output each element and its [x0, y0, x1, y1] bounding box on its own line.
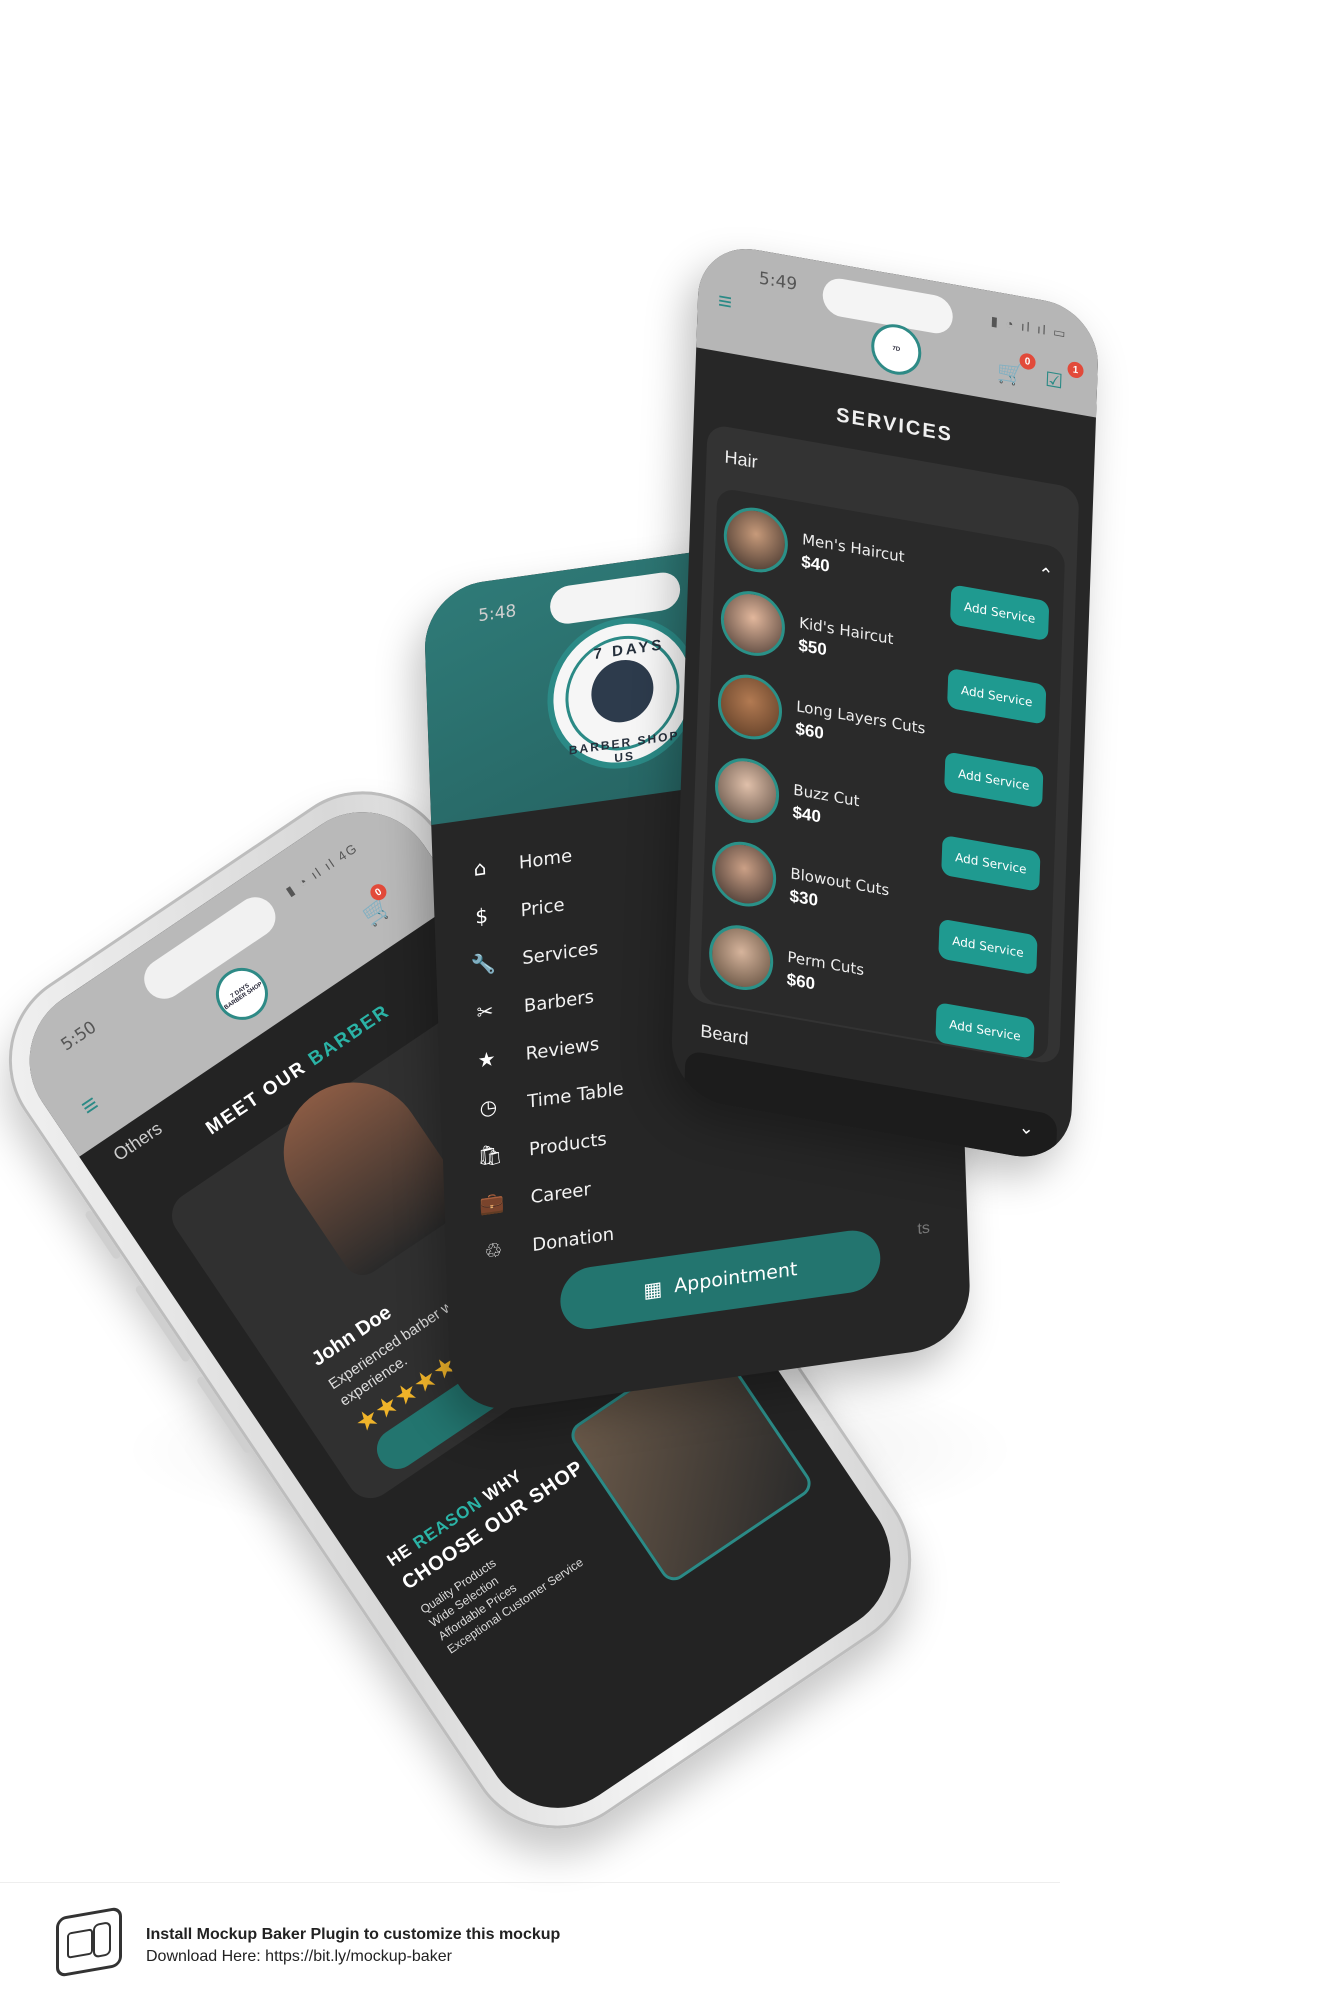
- service-photo: [719, 586, 787, 661]
- service-photo: [711, 836, 778, 912]
- logo-window-shape: [67, 1928, 93, 1959]
- appointment-label: Appointment: [673, 1258, 798, 1298]
- service-price: $50: [798, 635, 828, 660]
- shop-logo[interactable]: 7 DAYS BARBER SHOP: [205, 957, 279, 1030]
- menu-label: Home: [518, 844, 573, 874]
- add-service-button[interactable]: Add Service: [935, 1001, 1035, 1059]
- service-photo: [716, 669, 784, 745]
- drawer-menu: ⌂ Home $ Price 🔧 Services ✂ Barbers ★ Reviews…: [466, 825, 629, 1276]
- status-icons: ▮ ◔ ıl ıl 4G: [282, 839, 361, 900]
- dynamic-island: [549, 570, 681, 627]
- scissors-icon: ✂: [476, 998, 494, 1025]
- star-icon: ★: [477, 1046, 497, 1073]
- phone-services-mockup: 5:49 ▮ ◔ ıl ıl ▭ ≡ 7D 🛒 0 ☑ 1 SERVICES H…: [669, 240, 1100, 1166]
- footer-line-2[interactable]: Download Here: https://bit.ly/mockup-bak…: [146, 1946, 560, 1968]
- reason-pre: HE: [383, 1540, 416, 1571]
- footer-line-1: Install Mockup Baker Plugin to customize…: [146, 1926, 561, 1943]
- footer-text: Install Mockup Baker Plugin to customize…: [146, 1924, 560, 1968]
- category-hair[interactable]: Hair: [724, 446, 758, 473]
- hamburger-menu-icon[interactable]: ≡: [717, 287, 733, 317]
- service-price: $60: [786, 969, 816, 994]
- home-icon: ⌂: [473, 855, 487, 882]
- status-time: 5:48: [477, 600, 517, 627]
- menu-label: Barbers: [523, 985, 595, 1017]
- service-price: $40: [792, 802, 822, 827]
- menu-label: Services: [521, 937, 599, 969]
- status-time: 5:50: [57, 1017, 101, 1056]
- logo-phone-shape: [93, 1921, 111, 1959]
- calendar-check-icon[interactable]: ☑: [1045, 367, 1064, 395]
- bag-icon: 🛍: [476, 1141, 504, 1169]
- menu-label: Donation: [531, 1223, 615, 1256]
- menu-label: Time Table: [526, 1077, 624, 1113]
- mute-switch: [83, 1209, 122, 1261]
- service-photo: [722, 502, 789, 578]
- wrench-icon: 🔧: [470, 950, 497, 978]
- calendar-badge: 1: [1067, 360, 1084, 380]
- menu-label: Price: [520, 893, 565, 921]
- logo-text: 7 DAYS BARBER SHOP: [223, 981, 264, 1012]
- chevron-down-icon[interactable]: ⌄: [1018, 1117, 1034, 1141]
- clock-icon: ◷: [479, 1094, 498, 1121]
- service-price: $30: [789, 886, 819, 911]
- briefcase-icon: 💼: [478, 1189, 505, 1217]
- menu-label: Products: [528, 1128, 608, 1160]
- hamburger-menu-icon[interactable]: ≡: [75, 1088, 105, 1122]
- mockup-baker-logo-icon: [56, 1906, 122, 1978]
- status-time: 5:49: [758, 268, 798, 296]
- services-panel: Hair ⌃ Men's Haircut $40 Add Service Kid…: [687, 423, 1080, 1066]
- service-photo: [708, 920, 775, 996]
- shop-logo-large: 7 DAYS BARBER SHOP US: [544, 607, 701, 779]
- donation-hand-icon: ♲: [483, 1237, 503, 1264]
- dollar-icon: $: [474, 903, 489, 929]
- service-price: $60: [795, 719, 825, 743]
- logo-text: 7D: [892, 345, 901, 354]
- meet-title-accent: BARBER: [304, 1000, 394, 1071]
- hair-service-list: ⌃ Men's Haircut $40 Add Service Kid's Ha…: [699, 487, 1066, 1062]
- calendar-icon: ▦: [642, 1275, 663, 1303]
- menu-label: Career: [530, 1178, 592, 1208]
- service-price: $40: [801, 552, 831, 576]
- services-screen: 5:49 ▮ ◔ ıl ıl ▭ ≡ 7D 🛒 0 ☑ 1 SERVICES H…: [669, 240, 1100, 1166]
- category-beard[interactable]: Beard: [700, 1021, 749, 1050]
- menu-label: Reviews: [525, 1033, 600, 1065]
- service-photo: [713, 753, 781, 829]
- footer-divider: [0, 1882, 1060, 1883]
- behind-drawer-text: ts: [917, 1219, 931, 1239]
- status-icons: ▮ ◔ ıl ıl ▭: [990, 313, 1068, 342]
